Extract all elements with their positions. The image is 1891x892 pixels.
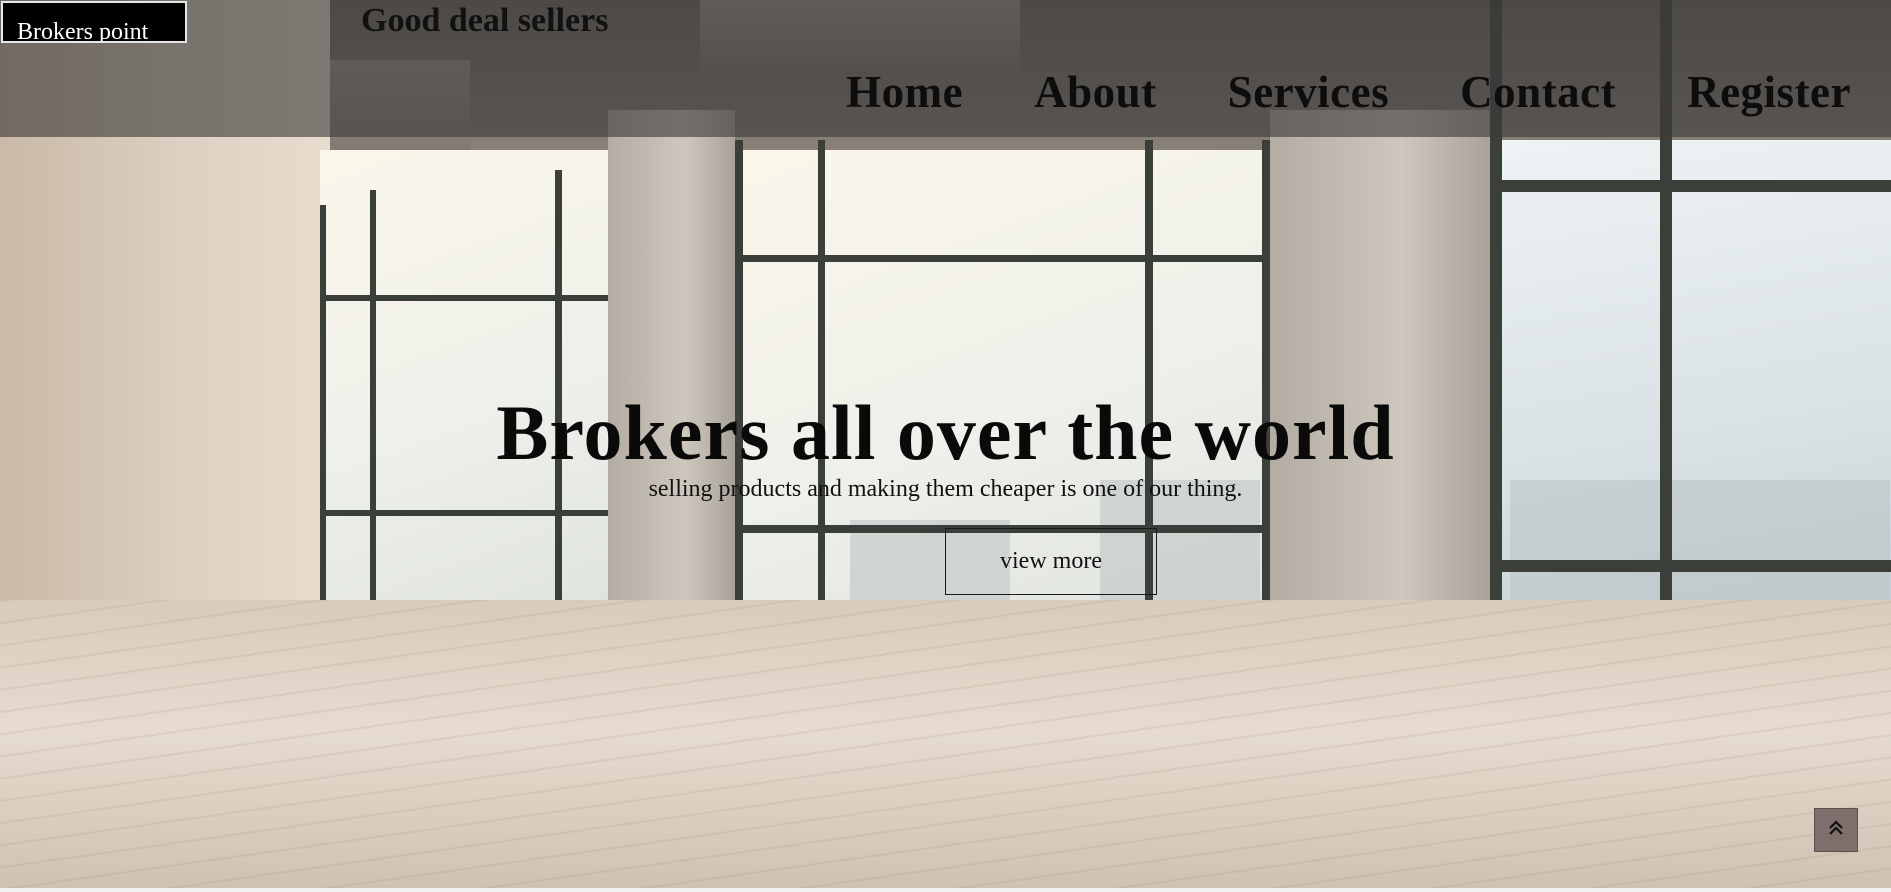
scroll-to-top-button[interactable]	[1814, 808, 1858, 852]
site-tagline: Good deal sellers	[361, 2, 609, 39]
wooden-floor	[0, 600, 1891, 892]
window-frame	[1490, 180, 1891, 192]
window-frame	[320, 510, 610, 516]
nav-about[interactable]: About	[1034, 66, 1157, 118]
page-bottom-edge	[0, 888, 1891, 892]
double-chevron-up-icon	[1826, 818, 1846, 843]
window-frame	[320, 295, 610, 301]
nav-home[interactable]: Home	[846, 66, 963, 118]
brand-logo[interactable]: Brokers point	[1, 1, 187, 43]
nav-register[interactable]: Register	[1687, 66, 1851, 118]
view-more-button[interactable]: view more	[945, 528, 1157, 595]
main-nav: Home About Services Contact Register	[775, 66, 1851, 118]
window-frame	[1490, 560, 1891, 572]
nav-services[interactable]: Services	[1228, 66, 1389, 118]
pillar	[608, 110, 735, 645]
window	[320, 150, 610, 620]
site-header: Brokers point Good deal sellers Home Abo…	[0, 0, 1891, 137]
hero-subtitle: selling products and making them cheaper…	[648, 476, 1243, 502]
window-frame	[735, 255, 1270, 262]
nav-contact[interactable]: Contact	[1460, 66, 1616, 118]
hero-title: Brokers all over the world	[496, 389, 1395, 476]
